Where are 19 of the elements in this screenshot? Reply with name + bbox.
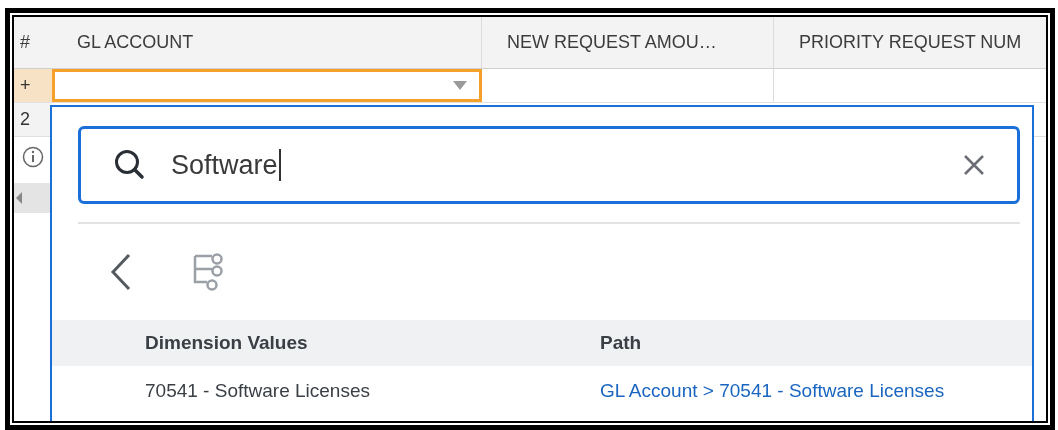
column-header[interactable]: # [20, 29, 30, 56]
result-value[interactable]: 70541 - Software Licenses [145, 379, 370, 401]
row-number: 2 [20, 108, 30, 131]
column-header[interactable]: NEW REQUEST AMOU… [507, 29, 717, 56]
info-icon[interactable] [22, 146, 44, 168]
back-icon[interactable] [110, 253, 132, 291]
close-icon[interactable] [963, 154, 985, 176]
column-header[interactable]: GL ACCOUNT [77, 29, 194, 56]
column-header: Path [600, 331, 642, 353]
column-header: Dimension Values [145, 331, 308, 353]
dropdown-field[interactable] [52, 69, 482, 102]
row-number: + [20, 74, 31, 97]
column-header[interactable]: PRIORITY REQUEST NUM [799, 29, 1022, 56]
search-field[interactable]: Software [78, 126, 1020, 204]
search-text: Software [171, 149, 281, 181]
dropdown-arrow-icon [453, 81, 467, 90]
scroll-left-icon[interactable] [16, 192, 22, 204]
result-path[interactable]: GL Account > 70541 - Software Licenses [600, 376, 945, 406]
search-icon [113, 148, 147, 182]
